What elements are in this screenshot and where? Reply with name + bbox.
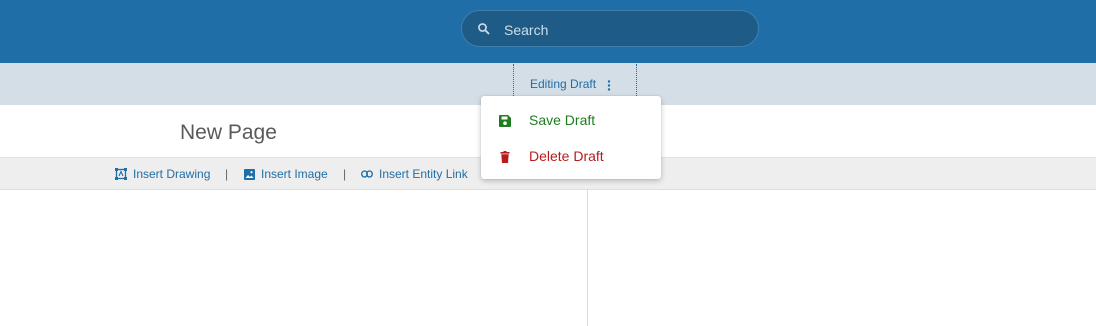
toolbar-separator: | [225,167,229,181]
insert-entity-link-label: Insert Entity Link [379,167,468,181]
save-icon [499,114,511,127]
save-draft-label: Save Draft [529,112,596,128]
trash-icon [499,150,511,163]
insert-drawing-label: Insert Drawing [133,167,211,181]
top-header [0,0,1096,63]
search-icon [477,22,491,36]
link-icon [361,170,373,178]
editor-pane-divider[interactable] [587,190,588,326]
search-box[interactable] [461,10,759,48]
save-draft-menu-item[interactable]: Save Draft [481,103,661,137]
editing-draft-label: Editing Draft [530,77,597,91]
delete-draft-label: Delete Draft [529,148,604,164]
insert-image-button[interactable]: Insert Image [244,167,328,181]
page-title: New Page [180,121,277,144]
draft-options-menu: Save Draft Delete Draft [481,96,661,179]
insert-drawing-button[interactable]: Insert Drawing [115,167,210,181]
drawing-icon [115,168,127,180]
toolbar-separator: | [343,167,347,181]
insert-image-label: Insert Image [261,167,328,181]
search-input[interactable] [502,11,746,48]
more-vertical-icon [607,79,611,91]
insert-entity-link-button[interactable]: Insert Entity Link [361,167,468,181]
image-icon [244,168,255,180]
delete-draft-menu-item[interactable]: Delete Draft [481,139,661,173]
